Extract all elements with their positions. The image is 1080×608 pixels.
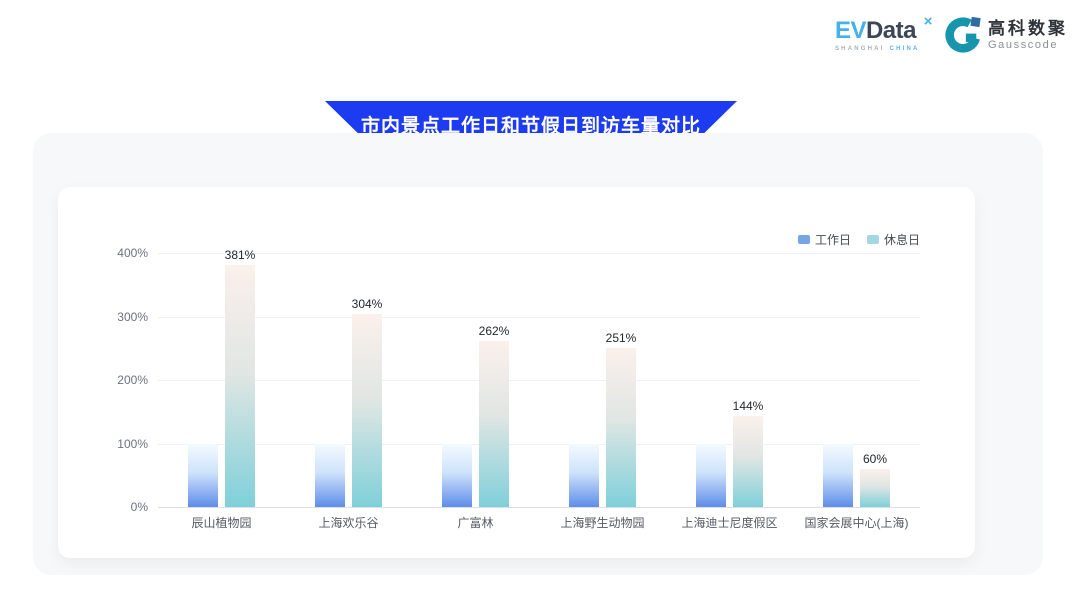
bar-restday[interactable]: [225, 265, 255, 507]
gridline: [158, 253, 920, 254]
y-axis-tick-label: 0%: [94, 499, 148, 515]
evdata-subtext-china: CHINA: [890, 46, 920, 52]
bar-value-label: 304%: [337, 296, 397, 312]
bar-workday[interactable]: [442, 444, 472, 508]
bar-restday[interactable]: [479, 341, 509, 507]
gausscode-logo: 高科数聚 Gausscode: [944, 16, 1068, 54]
bar-value-label: 144%: [718, 398, 778, 414]
evdata-x-icon: ×: [924, 14, 932, 29]
bar-workday[interactable]: [188, 444, 218, 508]
evdata-subtext-shanghai: SHANGHAI: [835, 46, 885, 52]
brand-logos: EVData × SHANGHAI CHINA 高科数聚 Gausscode: [835, 16, 1068, 54]
chart-legend: 工作日 休息日: [798, 231, 920, 248]
legend-label: 休息日: [884, 231, 920, 248]
evdata-wordmark: EVData ×: [835, 19, 930, 43]
x-axis-line: [158, 507, 920, 508]
legend-swatch: [867, 235, 879, 244]
bar-restday[interactable]: [606, 348, 636, 507]
gausscode-g-icon: [944, 16, 982, 54]
legend-item-workday[interactable]: 工作日: [798, 231, 851, 248]
y-axis-tick-label: 100%: [94, 436, 148, 452]
bar-value-label: 262%: [464, 323, 524, 339]
gausscode-text: 高科数聚 Gausscode: [988, 19, 1068, 51]
chart-card: 0%100%200%300%400%381%辰山植物园304%上海欢乐谷262%…: [58, 187, 975, 558]
bar-restday[interactable]: [352, 314, 382, 507]
evdata-ev-text: EV: [835, 17, 866, 44]
gridline: [158, 317, 920, 318]
bar-chart: 0%100%200%300%400%381%辰山植物园304%上海欢乐谷262%…: [58, 187, 975, 558]
legend-item-restday[interactable]: 休息日: [867, 231, 920, 248]
report-page: EVData × SHANGHAI CHINA 高科数聚 Gausscode 市…: [0, 0, 1080, 608]
bar-value-label: 60%: [845, 451, 905, 467]
legend-swatch: [798, 235, 810, 244]
bar-value-label: 251%: [591, 330, 651, 346]
bar-workday[interactable]: [696, 444, 726, 508]
legend-label: 工作日: [815, 231, 851, 248]
y-axis-tick-label: 300%: [94, 309, 148, 325]
bar-value-label: 381%: [210, 247, 270, 263]
gausscode-en-name: Gausscode: [988, 39, 1068, 51]
bar-workday[interactable]: [315, 444, 345, 508]
evdata-subtext: SHANGHAI CHINA: [835, 46, 920, 52]
gridline: [158, 380, 920, 381]
chart-panel: 0%100%200%300%400%381%辰山植物园304%上海欢乐谷262%…: [33, 133, 1043, 575]
x-axis-category-label: 国家会展中心(上海): [782, 515, 932, 531]
evdata-data-text: Data: [866, 17, 916, 44]
bar-restday[interactable]: [733, 416, 763, 507]
gausscode-cn-name: 高科数聚: [988, 19, 1068, 39]
bar-workday[interactable]: [569, 444, 599, 508]
y-axis-tick-label: 400%: [94, 245, 148, 261]
y-axis-tick-label: 200%: [94, 372, 148, 388]
gridline: [158, 444, 920, 445]
evdata-logo: EVData × SHANGHAI CHINA: [835, 19, 930, 52]
bar-restday[interactable]: [860, 469, 890, 507]
